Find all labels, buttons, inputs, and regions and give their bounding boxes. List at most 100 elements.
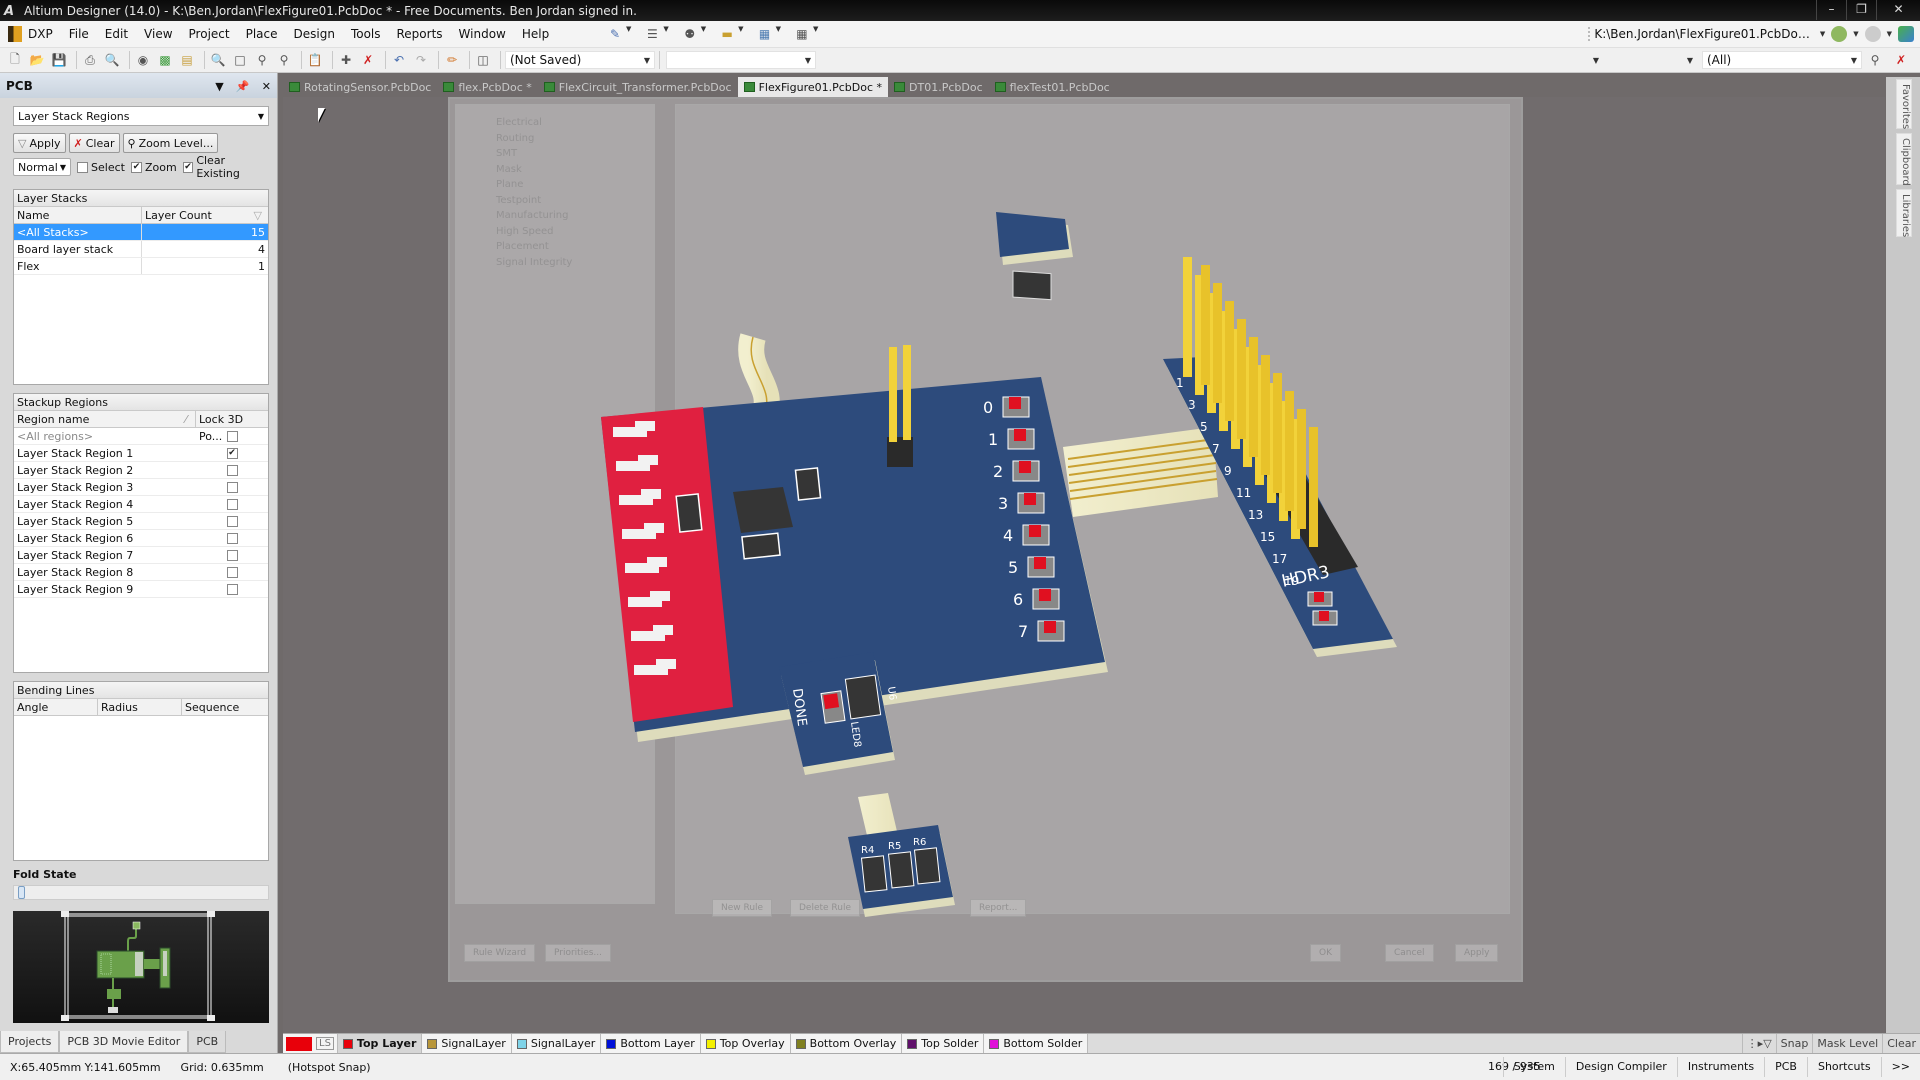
layer-stack-row[interactable]: Board layer stack 4 xyxy=(14,241,268,258)
routing-tool-icon[interactable]: ✎ xyxy=(606,25,624,43)
apply-button[interactable]: ▽ Apply xyxy=(13,133,66,153)
tab-flexcircuit-transformer[interactable]: FlexCircuit_Transformer.PcbDoc xyxy=(538,77,738,97)
layer-tab[interactable]: Top Overlay xyxy=(700,1034,791,1053)
tab-rotatingsensor[interactable]: RotatingSensor.PcbDoc xyxy=(283,77,437,97)
mode-select[interactable]: Layer Stack Regions ▼ xyxy=(13,106,269,126)
measure-icon[interactable]: ▬ xyxy=(718,25,736,43)
zoom-filtered-icon[interactable]: ⚲ xyxy=(275,51,293,69)
lock-3d-checkbox[interactable] xyxy=(226,515,238,527)
panel-close-icon[interactable]: ✕ xyxy=(262,80,271,93)
column-sequence[interactable]: Sequence xyxy=(182,699,268,715)
undo-icon[interactable]: ↶ xyxy=(390,51,408,69)
stackup-region-row[interactable]: Layer Stack Region 2 xyxy=(14,462,268,479)
stackup-region-row[interactable]: Layer Stack Region 1 ✔ xyxy=(14,445,268,462)
layer-tab[interactable]: Bottom Overlay xyxy=(790,1034,903,1053)
menu-place[interactable]: Place xyxy=(238,27,286,41)
stackup-region-row[interactable]: Layer Stack Region 5 xyxy=(14,513,268,530)
column-angle[interactable]: Angle xyxy=(14,699,98,715)
zoom-checkbox[interactable]: ✔ Zoom xyxy=(130,161,177,174)
tab-pcb[interactable]: PCB xyxy=(188,1031,227,1053)
filter-all-combo[interactable]: (All) ▼ xyxy=(1702,51,1862,69)
column-layer-count[interactable]: Layer Count ▽ xyxy=(142,207,268,223)
tab-flextest01[interactable]: flexTest01.PcbDoc xyxy=(989,77,1116,97)
select-checkbox[interactable]: Select xyxy=(77,161,125,174)
dropdown-arrow-icon[interactable]: ▼ xyxy=(701,25,706,43)
sheet-icon[interactable]: ▤ xyxy=(178,51,196,69)
column-lock-3d[interactable]: Lock 3D Po... xyxy=(196,411,268,443)
browse-components-icon[interactable]: ◫ xyxy=(474,51,492,69)
forward-dropdown-icon[interactable]: ▼ xyxy=(1887,30,1892,38)
fold-state-slider[interactable] xyxy=(13,885,269,900)
open-icon[interactable]: 📂 xyxy=(28,51,46,69)
cross-probe-icon[interactable]: ✏ xyxy=(443,51,461,69)
back-dropdown-icon[interactable]: ▼ xyxy=(1853,30,1858,38)
stackup-region-row[interactable]: Layer Stack Region 8 xyxy=(14,564,268,581)
variant-combo[interactable]: (Not Saved) ▼ xyxy=(505,51,655,69)
tab-flexfigure01[interactable]: FlexFigure01.PcbDoc * xyxy=(737,77,889,97)
dropdown-arrow-icon[interactable]: ▼ xyxy=(626,25,631,43)
menu-view[interactable]: View xyxy=(136,27,180,41)
tab-dt01[interactable]: DT01.PcbDoc xyxy=(888,77,989,97)
save-icon[interactable]: 💾 xyxy=(50,51,68,69)
layer-tab[interactable]: Top Solder xyxy=(902,1034,985,1053)
zoom-level-button[interactable]: ⚲ Zoom Level... xyxy=(122,133,219,153)
board-minimap[interactable] xyxy=(13,911,269,1023)
minimize-button[interactable]: – xyxy=(1816,0,1846,20)
column-radius[interactable]: Radius xyxy=(98,699,182,715)
menu-file[interactable]: File xyxy=(61,27,97,41)
mask-mode-select[interactable]: Normal ▼ xyxy=(13,158,72,176)
lock-3d-checkbox[interactable] xyxy=(226,532,238,544)
print-icon[interactable]: ⎙ xyxy=(81,51,99,69)
panel-button-instruments[interactable]: Instruments xyxy=(1676,1057,1764,1077)
lock-3d-checkbox[interactable] xyxy=(226,549,238,561)
panel-button-shortcuts[interactable]: Shortcuts xyxy=(1806,1057,1881,1077)
close-button[interactable]: ✕ xyxy=(1876,0,1920,20)
lock-3d-checkbox[interactable] xyxy=(226,464,238,476)
dropdown-arrow-icon[interactable]: ▼ xyxy=(776,25,781,43)
panel-button-more[interactable]: >> xyxy=(1880,1057,1920,1077)
deselect-icon[interactable]: ✗ xyxy=(359,51,377,69)
current-layer-indicator[interactable]: LS xyxy=(283,1034,338,1053)
clear-button[interactable]: ✗ Clear xyxy=(68,133,120,153)
panel-menu-icon[interactable]: ▼ xyxy=(215,80,223,93)
layer-tab[interactable]: SignalLayer xyxy=(422,1034,512,1053)
dock-tab-favorites[interactable]: Favorites xyxy=(1896,79,1912,129)
menu-project[interactable]: Project xyxy=(181,27,238,41)
menu-tools[interactable]: Tools xyxy=(343,27,389,41)
paste-icon[interactable]: 📋 xyxy=(306,51,324,69)
restore-button[interactable]: ❐ xyxy=(1846,0,1876,20)
apply-filter-icon[interactable]: ⚲ xyxy=(1866,51,1884,69)
grid-icon[interactable]: ▦ xyxy=(793,25,811,43)
clear-existing-check[interactable]: ✔ xyxy=(182,161,194,173)
stackup-region-row[interactable]: Layer Stack Region 9 xyxy=(14,581,268,598)
zoom-selected-icon[interactable]: ⚲ xyxy=(253,51,271,69)
lock-3d-checkbox[interactable] xyxy=(226,430,238,442)
pin-icon[interactable]: 📌 xyxy=(236,80,250,93)
open-device-icon[interactable]: ◉ xyxy=(134,51,152,69)
zoom-check[interactable]: ✔ xyxy=(130,161,142,173)
lock-3d-checkbox[interactable] xyxy=(226,583,238,595)
dock-tab-clipboard[interactable]: Clipboard xyxy=(1896,133,1912,186)
lock-3d-checkbox[interactable] xyxy=(226,481,238,493)
lock-3d-checkbox[interactable] xyxy=(226,566,238,578)
layer-stack-row[interactable]: Flex 1 xyxy=(14,258,268,275)
path-dropdown-icon[interactable]: ▼ xyxy=(1820,30,1825,38)
object-filter-combo[interactable]: ▼ xyxy=(1608,51,1698,69)
net-combo[interactable]: ▼ xyxy=(666,51,816,69)
menu-dxp[interactable]: DXP xyxy=(26,27,61,41)
align-tool-icon[interactable]: ☰ xyxy=(643,25,661,43)
mask-level-button[interactable]: Mask Level xyxy=(1812,1034,1882,1053)
select-check[interactable] xyxy=(77,161,89,173)
stackup-region-row[interactable]: <All regions> xyxy=(14,428,268,445)
clear-existing-checkbox[interactable]: ✔ Clear Existing xyxy=(182,154,269,180)
dropdown-arrow-icon[interactable]: ▼ xyxy=(663,25,668,43)
dropdown-arrow-icon[interactable]: ▼ xyxy=(738,25,743,43)
move-icon[interactable]: ✚ xyxy=(337,51,355,69)
layer-stack-row[interactable]: <All Stacks> 15 xyxy=(14,224,268,241)
home-icon[interactable] xyxy=(1898,26,1914,42)
stackup-region-row[interactable]: Layer Stack Region 6 xyxy=(14,530,268,547)
zoom-fit-icon[interactable]: 🔍 xyxy=(209,51,227,69)
column-name[interactable]: Name xyxy=(14,207,142,223)
menu-edit[interactable]: Edit xyxy=(97,27,136,41)
redo-icon[interactable]: ↷ xyxy=(412,51,430,69)
